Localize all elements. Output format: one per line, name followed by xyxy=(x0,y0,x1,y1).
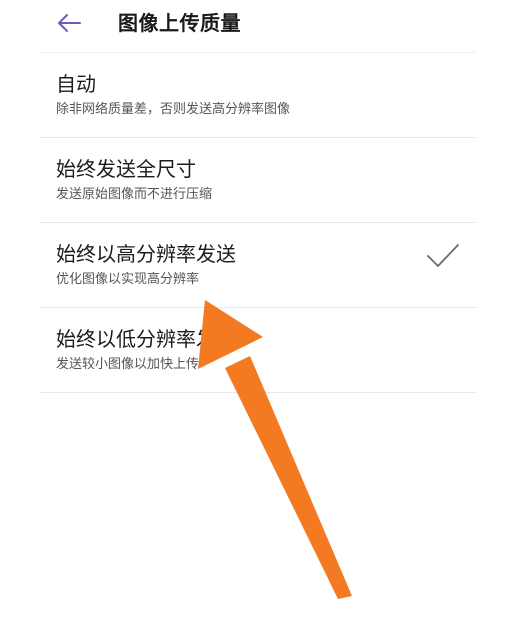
option-subtitle: 发送较小图像以加快上传 xyxy=(56,357,200,372)
quality-options-list: 自动 除非网络质量差，否则发送高分辨率图像 始终发送全尺寸 发送原始图像而不进行… xyxy=(0,53,524,393)
option-subtitle: 发送原始图像而不进行压缩 xyxy=(56,187,213,202)
arrow-left-icon xyxy=(58,14,81,32)
option-subtitle: 优化图像以实现高分辨率 xyxy=(56,272,200,287)
back-button[interactable] xyxy=(52,6,86,40)
option-full-size[interactable]: 始终发送全尺寸 发送原始图像而不进行压缩 xyxy=(40,138,476,223)
checkmark-icon xyxy=(427,244,459,267)
option-high-resolution[interactable]: 始终以高分辨率发送 优化图像以实现高分辨率 xyxy=(40,223,476,308)
top-app-bar: 图像上传质量 xyxy=(0,0,524,52)
option-subtitle: 除非网络质量差，否则发送高分辨率图像 xyxy=(56,102,291,117)
option-title: 始终以低分辨率发送 xyxy=(56,327,236,351)
option-title: 始终以高分辨率发送 xyxy=(56,242,236,266)
option-title: 始终发送全尺寸 xyxy=(56,157,196,181)
option-title: 自动 xyxy=(56,72,96,96)
option-low-resolution[interactable]: 始终以低分辨率发送 发送较小图像以加快上传 xyxy=(40,308,476,393)
page-title: 图像上传质量 xyxy=(118,11,241,35)
option-auto[interactable]: 自动 除非网络质量差，否则发送高分辨率图像 xyxy=(40,53,476,138)
